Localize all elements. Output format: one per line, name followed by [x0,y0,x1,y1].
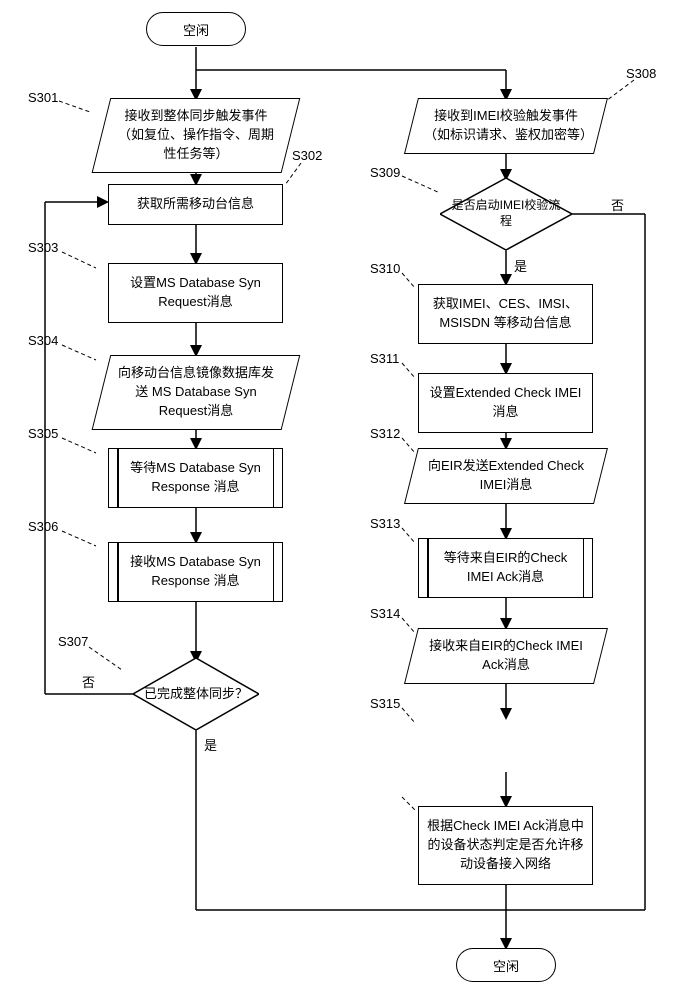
data-s312: 向EIR发送Extended Check IMEI消息 [404,448,608,504]
process-text: 根据Check IMEI Ack消息中的设备状态判定是否允许移动设备接入网络 [425,817,586,874]
step-label-s315: S315 [370,696,400,711]
step-label-s301: S301 [28,90,58,105]
decision-text: 是否启动IMEI校验流程 [440,178,572,250]
decision-s309: 是否启动IMEI校验流程 [440,178,572,250]
predefined-text: 等待来自EIR的Check IMEI Ack消息 [437,549,574,587]
edge-s309-no: 否 [611,195,624,214]
edge-s307-no: 否 [82,672,95,691]
data-s301: 接收到整体同步触发事件（如复位、操作指令、周期性任务等） [92,98,301,173]
terminator-label: 空闲 [183,20,209,39]
data-s314: 接收来自EIR的Check IMEI Ack消息 [404,628,608,684]
step-label-s306: S306 [28,519,58,534]
terminator-idle-bottom: 空闲 [456,948,556,982]
process-s311: 设置Extended Check IMEI消息 [418,373,593,433]
predefined-s306: 接收MS Database Syn Response 消息 [108,542,283,602]
step-label-s313: S313 [370,516,400,531]
step-label-s311: S311 [370,351,399,366]
step-label-s312: S312 [370,426,400,441]
data-text: 向EIR发送Extended Check IMEI消息 [424,457,588,495]
decision-s307: 已完成整体同步？ [133,658,259,730]
process-text: 获取所需移动台信息 [137,195,254,214]
process-s302: 获取所需移动台信息 [108,184,283,225]
data-s304: 向移动台信息镜像数据库发送 MS Database Syn Request消息 [92,355,301,430]
predefined-text: 等待MS Database Syn Response 消息 [127,459,264,497]
data-text: 接收来自EIR的Check IMEI Ack消息 [424,637,588,675]
step-label-s314: S314 [370,606,400,621]
step-label-s310: S310 [370,261,400,276]
process-text: 设置Extended Check IMEI消息 [425,384,586,422]
step-label-s309: S309 [370,165,400,180]
terminator-label: 空闲 [493,956,519,975]
process-text: 设置MS Database Syn Request消息 [115,274,276,312]
predefined-s305: 等待MS Database Syn Response 消息 [108,448,283,508]
process-s315: 根据Check IMEI Ack消息中的设备状态判定是否允许移动设备接入网络 [418,806,593,885]
step-label-s304: S304 [28,333,58,348]
predefined-s313: 等待来自EIR的Check IMEI Ack消息 [418,538,593,598]
process-s303: 设置MS Database Syn Request消息 [108,263,283,323]
process-text: 获取IMEI、CES、IMSI、MSISDN 等移动台信息 [425,295,586,333]
decision-text: 已完成整体同步？ [133,658,259,730]
step-label-s307: S307 [58,634,88,649]
edge-s307-yes: 是 [204,735,217,754]
data-s308: 接收到IMEI校验触发事件（如标识请求、鉴权加密等） [404,98,608,154]
step-label-s308: S308 [626,66,656,81]
data-text: 接收到整体同步触发事件（如复位、操作指令、周期性任务等） [114,107,278,164]
data-text: 接收到IMEI校验触发事件（如标识请求、鉴权加密等） [424,107,588,145]
step-label-s305: S305 [28,426,58,441]
terminator-idle-top: 空闲 [146,12,246,46]
data-text: 向移动台信息镜像数据库发送 MS Database Syn Request消息 [114,364,278,421]
step-label-s302: S302 [292,148,322,163]
predefined-text: 接收MS Database Syn Response 消息 [127,553,264,591]
edge-s309-yes: 是 [514,256,527,275]
step-label-s303: S303 [28,240,58,255]
process-s310: 获取IMEI、CES、IMSI、MSISDN 等移动台信息 [418,284,593,344]
